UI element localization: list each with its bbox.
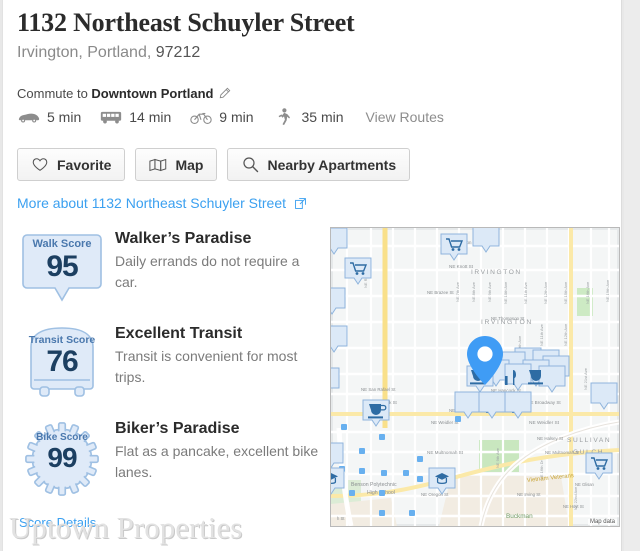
svg-text:NE 7th Ave: NE 7th Ave <box>455 281 460 302</box>
svg-text:NE 12th Ave: NE 12th Ave <box>543 281 548 304</box>
svg-text:NE Glisan: NE Glisan <box>575 482 595 487</box>
svg-text:NE 11th Ave: NE 11th Ave <box>539 323 544 346</box>
zip-code: 97212 <box>155 44 201 61</box>
walk-score-heading: Walker’s Paradise <box>115 230 252 247</box>
transit-score-text: Excellent Transit Transit is convenient … <box>115 325 320 388</box>
heart-icon <box>31 156 49 174</box>
bike-score-badge: Bike Score 99 <box>21 418 103 500</box>
svg-text:NE Broadway St: NE Broadway St <box>527 400 561 405</box>
svg-text:NE 21st Ave: NE 21st Ave <box>583 367 588 390</box>
walk-icon <box>272 108 296 126</box>
scores-list: Walk Score 95 Walker’s Paradise Daily er… <box>17 228 320 513</box>
address-locality: Irvington, Portland, 97212 <box>17 44 200 62</box>
svg-text:h St: h St <box>337 516 345 521</box>
commute-time-bike: 9 min <box>219 109 254 125</box>
score-row-transit[interactable]: Transit Score 76 Excellent Transit Trans… <box>17 323 317 418</box>
car-icon <box>17 108 41 126</box>
svg-text:NE Irving St: NE Irving St <box>517 492 541 497</box>
nearby-apartments-button[interactable]: Nearby Apartments <box>227 148 411 181</box>
commute-time-walk: 35 min <box>301 109 344 125</box>
commute-time-transit: 14 min <box>129 109 172 125</box>
map-icon <box>149 156 167 174</box>
map-attribution: Map data <box>587 519 617 525</box>
favorite-label: Favorite <box>57 156 112 173</box>
transit-score-heading: Excellent Transit <box>115 325 243 342</box>
commute-times-row: 5 min 14 min 9 min 35 min View Routes <box>17 108 444 126</box>
svg-text:NE Halsey St: NE Halsey St <box>537 436 564 441</box>
score-details-link[interactable]: Score Details <box>19 515 96 530</box>
walk-score-badge: Walk Score 95 <box>21 228 103 310</box>
commute-mode-walk[interactable]: 35 min <box>272 108 344 126</box>
map-panel[interactable]: NE Stanton St NE Knott St NE Brazee St N… <box>330 227 620 527</box>
commute-mode-car[interactable]: 5 min <box>17 108 81 126</box>
favorite-button[interactable]: Favorite <box>17 148 126 181</box>
svg-text:NE 11th Ave: NE 11th Ave <box>523 281 528 304</box>
svg-text:SULLIVAN: SULLIVAN <box>567 437 611 444</box>
bike-score-heading: Biker’s Paradise <box>115 420 240 437</box>
svg-text:NE Weidler St: NE Weidler St <box>529 420 560 426</box>
comma-separator: , <box>146 44 156 61</box>
svg-text:NE Brazee St: NE Brazee St <box>427 290 454 295</box>
transit-score-badge: Transit Score 76 <box>21 323 103 405</box>
commute-destination[interactable]: Downtown Portland <box>91 86 213 101</box>
bike-score-text: Biker’s Paradise Flat as a pancake, exce… <box>115 420 320 483</box>
map-button[interactable]: Map <box>135 148 218 181</box>
commute-time-car: 5 min <box>47 109 82 125</box>
bike-icon <box>189 108 213 126</box>
walk-score-description: Daily errands do not require a car. <box>115 253 300 290</box>
svg-text:NE 9th Ave: NE 9th Ave <box>487 281 492 302</box>
commute-prefix: Commute to <box>17 86 92 101</box>
svg-text:NE 8th Ave: NE 8th Ave <box>471 281 476 302</box>
walk-score-text: Walker’s Paradise Daily errands do not r… <box>115 230 320 293</box>
pencil-icon[interactable] <box>218 87 231 103</box>
action-buttons-row: Favorite Map Nearby Apartments <box>17 148 411 181</box>
svg-text:NE 16th Ave: NE 16th Ave <box>585 281 590 304</box>
commute-destination-label: Commute to Downtown Portland <box>17 86 231 103</box>
external-link-icon <box>294 196 306 212</box>
svg-text:NE 12th Ave: NE 12th Ave <box>563 323 568 346</box>
more-about-link[interactable]: More about 1132 Northeast Schuyler Stree… <box>17 195 306 212</box>
map-canvas: NE Stanton St NE Knott St NE Brazee St N… <box>331 228 619 526</box>
svg-text:NE 15th Ave: NE 15th Ave <box>563 281 568 304</box>
search-icon <box>241 156 259 174</box>
score-row-walk[interactable]: Walk Score 95 Walker’s Paradise Daily er… <box>17 228 317 323</box>
svg-text:NE Knott St: NE Knott St <box>449 264 474 269</box>
svg-text:NE San Rafael St: NE San Rafael St <box>361 387 396 392</box>
svg-text:NE 10th Ave: NE 10th Ave <box>503 281 508 304</box>
view-routes-link[interactable]: View Routes <box>366 109 444 125</box>
svg-text:NE Oregon St: NE Oregon St <box>421 492 449 497</box>
commute-mode-transit[interactable]: 14 min <box>99 108 171 126</box>
svg-text:IRVINGTON: IRVINGTON <box>471 269 522 276</box>
svg-text:NE 19th Ave: NE 19th Ave <box>605 279 610 302</box>
score-row-bike[interactable]: Bike Score 99 Biker’s Paradise Flat as a… <box>17 418 320 513</box>
page-title: 1132 Northeast Schuyler Street <box>17 8 355 37</box>
more-about-label: More about 1132 Northeast Schuyler Stree… <box>17 195 287 211</box>
map-label: Map <box>175 156 204 173</box>
walkscore-property-panel: 1132 Northeast Schuyler Street Irvington… <box>0 0 640 551</box>
svg-text:NE Multnomah St: NE Multnomah St <box>427 450 464 455</box>
content-card: 1132 Northeast Schuyler Street Irvington… <box>2 0 622 551</box>
commute-mode-bike[interactable]: 9 min <box>189 108 254 126</box>
svg-text:Buckman: Buckman <box>506 513 533 520</box>
svg-text:Benson Polytechnic: Benson Polytechnic <box>351 482 397 488</box>
nearby-apartments-label: Nearby Apartments <box>267 156 397 173</box>
page-gutter <box>624 0 640 551</box>
svg-text:NE 9th Ave: NE 9th Ave <box>495 447 500 468</box>
bus-icon <box>99 108 123 126</box>
locality-text: Irvington, Portland <box>17 44 147 61</box>
bike-score-description: Flat as a pancake, excellent bike lanes. <box>115 443 319 480</box>
svg-text:NE 22nd Ave: NE 22nd Ave <box>573 486 578 510</box>
svg-text:IRVINGTON: IRVINGTON <box>481 319 533 326</box>
transit-score-description: Transit is convenient for most trips. <box>115 348 298 385</box>
